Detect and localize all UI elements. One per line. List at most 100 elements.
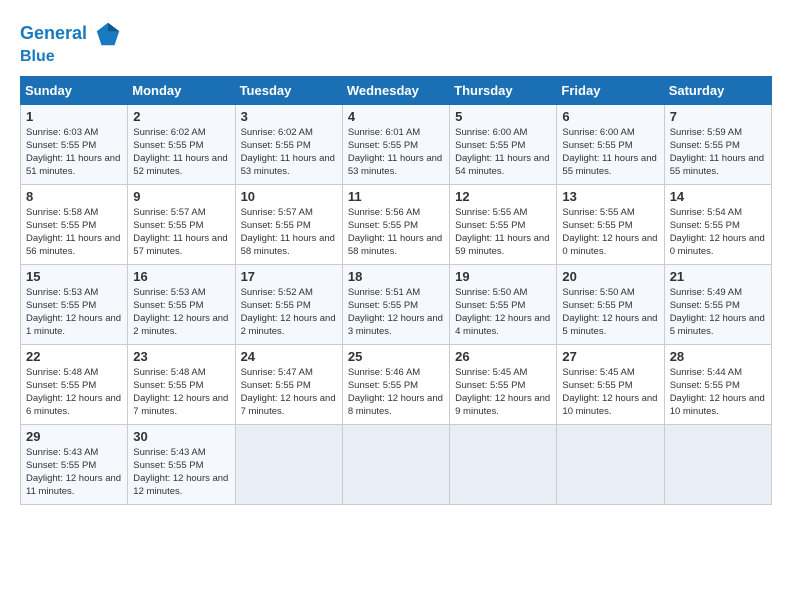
day-info: Sunrise: 5:45 AMSunset: 5:55 PMDaylight:… (455, 366, 551, 419)
day-number: 1 (26, 109, 122, 124)
calendar-cell: 24 Sunrise: 5:47 AMSunset: 5:55 PMDayligh… (235, 344, 342, 424)
day-number: 17 (241, 269, 337, 284)
day-info: Sunrise: 5:48 AMSunset: 5:55 PMDaylight:… (133, 366, 229, 419)
calendar-week-1: 1 Sunrise: 6:03 AMSunset: 5:55 PMDaylight… (21, 104, 772, 184)
day-info: Sunrise: 5:58 AMSunset: 5:55 PMDaylight:… (26, 206, 122, 259)
calendar-cell (557, 424, 664, 504)
calendar-cell: 27 Sunrise: 5:45 AMSunset: 5:55 PMDayligh… (557, 344, 664, 424)
calendar-cell: 13 Sunrise: 5:55 AMSunset: 5:55 PMDayligh… (557, 184, 664, 264)
header-cell-friday: Friday (557, 76, 664, 104)
day-info: Sunrise: 6:03 AMSunset: 5:55 PMDaylight:… (26, 126, 122, 179)
day-info: Sunrise: 5:50 AMSunset: 5:55 PMDaylight:… (562, 286, 658, 339)
header-cell-tuesday: Tuesday (235, 76, 342, 104)
calendar-cell (342, 424, 449, 504)
calendar-cell (450, 424, 557, 504)
day-number: 6 (562, 109, 658, 124)
day-number: 27 (562, 349, 658, 364)
day-number: 15 (26, 269, 122, 284)
calendar-cell: 30Sunrise: 5:43 AMSunset: 5:55 PMDayligh… (128, 424, 235, 504)
day-number: 25 (348, 349, 444, 364)
calendar-cell (235, 424, 342, 504)
calendar-cell: 8 Sunrise: 5:58 AMSunset: 5:55 PMDaylight… (21, 184, 128, 264)
day-info: Sunrise: 6:00 AMSunset: 5:55 PMDaylight:… (455, 126, 551, 179)
calendar-cell: 23 Sunrise: 5:48 AMSunset: 5:55 PMDayligh… (128, 344, 235, 424)
header-cell-monday: Monday (128, 76, 235, 104)
day-number: 29 (26, 429, 122, 444)
calendar-cell: 10 Sunrise: 5:57 AMSunset: 5:55 PMDayligh… (235, 184, 342, 264)
calendar-cell: 3 Sunrise: 6:02 AMSunset: 5:55 PMDaylight… (235, 104, 342, 184)
day-info: Sunrise: 5:48 AMSunset: 5:55 PMDaylight:… (26, 366, 122, 419)
calendar-cell: 12Sunrise: 5:55 AMSunset: 5:55 PMDayligh… (450, 184, 557, 264)
calendar-cell: 26Sunrise: 5:45 AMSunset: 5:55 PMDayligh… (450, 344, 557, 424)
day-info: Sunrise: 5:46 AMSunset: 5:55 PMDaylight:… (348, 366, 444, 419)
day-info: Sunrise: 5:54 AMSunset: 5:55 PMDaylight:… (670, 206, 766, 259)
calendar-week-3: 15 Sunrise: 5:53 AMSunset: 5:55 PMDayligh… (21, 264, 772, 344)
calendar-cell: 6 Sunrise: 6:00 AMSunset: 5:55 PMDaylight… (557, 104, 664, 184)
day-number: 28 (670, 349, 766, 364)
day-info: Sunrise: 6:00 AMSunset: 5:55 PMDaylight:… (562, 126, 658, 179)
day-number: 18 (348, 269, 444, 284)
day-info: Sunrise: 5:43 AMSunset: 5:55 PMDaylight:… (26, 446, 122, 499)
day-info: Sunrise: 5:51 AMSunset: 5:55 PMDaylight:… (348, 286, 444, 339)
day-info: Sunrise: 6:02 AMSunset: 5:55 PMDaylight:… (241, 126, 337, 179)
calendar-cell: 11Sunrise: 5:56 AMSunset: 5:55 PMDayligh… (342, 184, 449, 264)
day-info: Sunrise: 5:47 AMSunset: 5:55 PMDaylight:… (241, 366, 337, 419)
day-number: 20 (562, 269, 658, 284)
logo: General Blue (20, 20, 122, 66)
calendar-cell: 14 Sunrise: 5:54 AMSunset: 5:55 PMDayligh… (664, 184, 771, 264)
calendar-cell: 17Sunrise: 5:52 AMSunset: 5:55 PMDayligh… (235, 264, 342, 344)
logo-blue: Blue (20, 48, 122, 66)
header-row: SundayMondayTuesdayWednesdayThursdayFrid… (21, 76, 772, 104)
day-number: 4 (348, 109, 444, 124)
day-info: Sunrise: 5:43 AMSunset: 5:55 PMDaylight:… (133, 446, 229, 499)
day-number: 14 (670, 189, 766, 204)
day-info: Sunrise: 5:53 AMSunset: 5:55 PMDaylight:… (133, 286, 229, 339)
calendar-cell: 19Sunrise: 5:50 AMSunset: 5:55 PMDayligh… (450, 264, 557, 344)
day-number: 16 (133, 269, 229, 284)
calendar-cell: 28 Sunrise: 5:44 AMSunset: 5:55 PMDayligh… (664, 344, 771, 424)
calendar-cell: 16 Sunrise: 5:53 AMSunset: 5:55 PMDayligh… (128, 264, 235, 344)
day-number: 23 (133, 349, 229, 364)
day-number: 21 (670, 269, 766, 284)
calendar-cell: 20 Sunrise: 5:50 AMSunset: 5:55 PMDayligh… (557, 264, 664, 344)
day-info: Sunrise: 6:02 AMSunset: 5:55 PMDaylight:… (133, 126, 229, 179)
day-info: Sunrise: 5:57 AMSunset: 5:55 PMDaylight:… (241, 206, 337, 259)
day-info: Sunrise: 5:59 AMSunset: 5:55 PMDaylight:… (670, 126, 766, 179)
calendar-cell: 21 Sunrise: 5:49 AMSunset: 5:55 PMDayligh… (664, 264, 771, 344)
day-number: 22 (26, 349, 122, 364)
calendar-cell: 18 Sunrise: 5:51 AMSunset: 5:55 PMDayligh… (342, 264, 449, 344)
header-cell-sunday: Sunday (21, 76, 128, 104)
day-number: 12 (455, 189, 551, 204)
calendar-cell: 22 Sunrise: 5:48 AMSunset: 5:55 PMDayligh… (21, 344, 128, 424)
day-number: 5 (455, 109, 551, 124)
day-number: 3 (241, 109, 337, 124)
day-info: Sunrise: 5:49 AMSunset: 5:55 PMDaylight:… (670, 286, 766, 339)
header-cell-wednesday: Wednesday (342, 76, 449, 104)
header-cell-saturday: Saturday (664, 76, 771, 104)
calendar-cell (664, 424, 771, 504)
calendar-cell: 1 Sunrise: 6:03 AMSunset: 5:55 PMDaylight… (21, 104, 128, 184)
calendar-cell: 4 Sunrise: 6:01 AMSunset: 5:55 PMDaylight… (342, 104, 449, 184)
day-number: 13 (562, 189, 658, 204)
calendar-cell: 5 Sunrise: 6:00 AMSunset: 5:55 PMDaylight… (450, 104, 557, 184)
day-number: 7 (670, 109, 766, 124)
calendar-week-2: 8 Sunrise: 5:58 AMSunset: 5:55 PMDaylight… (21, 184, 772, 264)
calendar-cell: 2 Sunrise: 6:02 AMSunset: 5:55 PMDaylight… (128, 104, 235, 184)
day-info: Sunrise: 6:01 AMSunset: 5:55 PMDaylight:… (348, 126, 444, 179)
day-info: Sunrise: 5:57 AMSunset: 5:55 PMDaylight:… (133, 206, 229, 259)
header-cell-thursday: Thursday (450, 76, 557, 104)
day-number: 24 (241, 349, 337, 364)
day-number: 10 (241, 189, 337, 204)
day-number: 2 (133, 109, 229, 124)
day-number: 8 (26, 189, 122, 204)
day-info: Sunrise: 5:55 AMSunset: 5:55 PMDaylight:… (562, 206, 658, 259)
day-info: Sunrise: 5:53 AMSunset: 5:55 PMDaylight:… (26, 286, 122, 339)
day-number: 11 (348, 189, 444, 204)
day-number: 9 (133, 189, 229, 204)
calendar-cell: 25 Sunrise: 5:46 AMSunset: 5:55 PMDayligh… (342, 344, 449, 424)
day-info: Sunrise: 5:50 AMSunset: 5:55 PMDaylight:… (455, 286, 551, 339)
calendar-cell: 9 Sunrise: 5:57 AMSunset: 5:55 PMDaylight… (128, 184, 235, 264)
day-info: Sunrise: 5:45 AMSunset: 5:55 PMDaylight:… (562, 366, 658, 419)
day-info: Sunrise: 5:44 AMSunset: 5:55 PMDaylight:… (670, 366, 766, 419)
calendar-table: SundayMondayTuesdayWednesdayThursdayFrid… (20, 76, 772, 505)
